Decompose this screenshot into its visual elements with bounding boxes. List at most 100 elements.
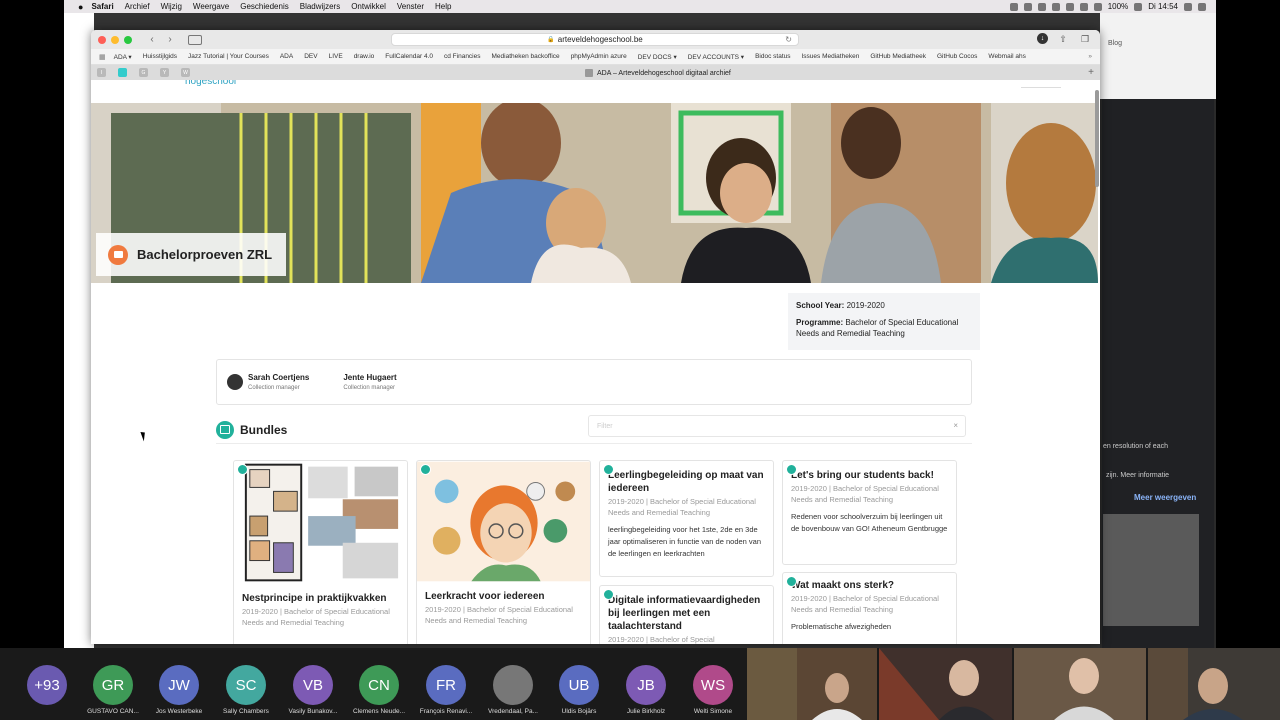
bookmark-item[interactable]: Bidoc status: [755, 53, 790, 60]
pinned-tab[interactable]: I: [97, 68, 106, 77]
location-icon[interactable]: [1009, 2, 1018, 11]
participant-tile[interactable]: CN Clemens Neude...: [353, 665, 405, 715]
participant-avatar: SC: [226, 665, 266, 705]
pinned-tab[interactable]: [118, 68, 127, 77]
dropbox-icon[interactable]: [1037, 2, 1046, 11]
participant-tile[interactable]: WS Welti Simone: [693, 665, 733, 715]
card-title: Let's bring our students back!: [791, 470, 934, 481]
card-title: Nestprincipe in praktijkvakken: [242, 593, 387, 604]
card-title: Wat maakt ons sterk?: [791, 580, 894, 591]
apple-icon[interactable]: ●: [78, 2, 83, 12]
address-bar[interactable]: 🔒 arteveldehogeschool.be ↻: [391, 33, 799, 46]
bundle-type-icon: [603, 589, 614, 600]
close-window-button[interactable]: [98, 35, 106, 44]
bundle-card[interactable]: Let's bring our students back! 2019-2020…: [782, 460, 957, 565]
menu-geschiedenis[interactable]: Geschiedenis: [240, 2, 288, 11]
minimize-window-button[interactable]: [111, 35, 119, 44]
bookmark-item[interactable]: LIVE: [329, 53, 343, 60]
participant-tile[interactable]: VB Vasily Bunakov...: [289, 665, 337, 715]
wifi-icon[interactable]: [1093, 2, 1102, 11]
bundle-card[interactable]: Digitale informatievaardigheden bij leer…: [599, 585, 774, 644]
bookmark-item[interactable]: Jazz Tutorial | Your Courses: [188, 53, 269, 60]
pinned-tab[interactable]: Y: [160, 68, 169, 77]
bookmark-item[interactable]: DEV DOCS ▾: [638, 53, 677, 61]
clock[interactable]: Di 14:54: [1148, 2, 1178, 11]
bookmark-item[interactable]: phpMyAdmin azure: [571, 53, 627, 60]
bookmark-item[interactable]: ADA: [280, 53, 293, 60]
participant-name: Vasily Bunakov...: [288, 708, 338, 715]
bookmark-item[interactable]: GitHub Cocos: [937, 53, 977, 60]
participant-tile[interactable]: SC Sally Chambers: [223, 665, 269, 715]
card-thumbnail: [234, 461, 407, 584]
volume-icon[interactable]: [1079, 2, 1088, 11]
bookmark-item[interactable]: Huisstijlgids: [143, 53, 177, 60]
bookmark-item[interactable]: ADA ▾: [114, 53, 132, 61]
menu-bladwijzers[interactable]: Bladwijzers: [300, 2, 340, 11]
active-tab[interactable]: ADA – Arteveldehogeschool digitaal archi…: [585, 68, 731, 77]
grid-icon[interactable]: ▦: [99, 53, 106, 61]
pinned-tab[interactable]: G: [139, 68, 148, 77]
bookmarks-more-icon[interactable]: »: [1088, 53, 1092, 60]
share-icon[interactable]: ⇧: [1056, 33, 1070, 45]
bundle-card[interactable]: Nestprincipe in praktijkvakken 2019-2020…: [233, 460, 408, 644]
menu-venster[interactable]: Venster: [397, 2, 424, 11]
participant-tile[interactable]: FR François Renavi...: [420, 665, 472, 715]
background-more-link[interactable]: Meer weergeven: [1134, 493, 1196, 502]
sidebar-toggle-icon[interactable]: [188, 34, 202, 45]
search-icon[interactable]: [1184, 2, 1192, 11]
filter-input[interactable]: Filter ×: [588, 415, 966, 437]
download-icon[interactable]: ↓: [1037, 33, 1048, 44]
video-tile[interactable]: [879, 648, 1012, 720]
header-control[interactable]: [1021, 82, 1061, 88]
bundle-type-icon: [237, 464, 248, 475]
bundle-card[interactable]: Leerlingbegeleiding op maat van iedereen…: [599, 460, 774, 577]
clear-filter-icon[interactable]: ×: [953, 421, 958, 430]
menu-ontwikkel[interactable]: Ontwikkel: [351, 2, 386, 11]
bundle-card[interactable]: Leerkracht voor iedereen 2019-2020 | Bac…: [416, 460, 591, 644]
site-logo[interactable]: hogeschool: [185, 80, 236, 87]
bluetooth-icon[interactable]: [1065, 2, 1074, 11]
battery-percent[interactable]: 100%: [1108, 2, 1128, 11]
bookmark-item[interactable]: DEV ACCOUNTS ▾: [688, 53, 744, 61]
video-tile[interactable]: [1148, 648, 1280, 720]
menu-archief[interactable]: Archief: [125, 2, 150, 11]
new-tab-icon[interactable]: +: [1088, 67, 1094, 78]
participant-tile[interactable]: GR GUSTAVO CAN...: [87, 665, 139, 715]
card-title: Leerkracht voor iedereen: [425, 591, 545, 602]
menu-safari[interactable]: Safari: [91, 2, 113, 11]
video-tile[interactable]: [1014, 648, 1146, 720]
bookmark-item[interactable]: draw.io: [354, 53, 375, 60]
battery-icon[interactable]: [1134, 2, 1143, 11]
display-icon[interactable]: [1051, 2, 1060, 11]
control-center-icon[interactable]: [1198, 2, 1206, 11]
participant-tile[interactable]: JW Jos Westerbeke: [156, 665, 202, 715]
bookmark-item[interactable]: Webmail ahs: [988, 53, 1025, 60]
menu-weergave[interactable]: Weergave: [193, 2, 229, 11]
pinned-tab[interactable]: W: [181, 68, 190, 77]
menu-wijzig[interactable]: Wijzig: [161, 2, 182, 11]
bookmark-item[interactable]: FullCalendar 4.0: [385, 53, 433, 60]
participant-tile[interactable]: JB Julie Birkholz: [626, 665, 666, 715]
video-tile[interactable]: [747, 648, 877, 720]
page-scrollbar[interactable]: [1095, 90, 1099, 187]
fullscreen-window-button[interactable]: [124, 35, 132, 44]
manager-item[interactable]: Sarah Coertjens Collection manager: [227, 373, 309, 391]
back-button[interactable]: ‹: [146, 34, 158, 46]
more-participants-button[interactable]: +93: [27, 665, 67, 705]
bookmark-item[interactable]: cd Financies: [444, 53, 481, 60]
participant-avatar: JB: [626, 665, 666, 705]
bookmark-item[interactable]: Mediatheken backoffice: [492, 53, 560, 60]
participant-tile[interactable]: Vredendaal, Pa...: [488, 665, 538, 715]
cloud-icon[interactable]: [1023, 2, 1032, 11]
tabs-overview-icon[interactable]: ❐: [1078, 33, 1092, 45]
bookmark-item[interactable]: GitHub Mediatheek: [870, 53, 926, 60]
participant-tile[interactable]: UB Uldis Bojārs: [559, 665, 599, 715]
bundle-card[interactable]: Wat maakt ons sterk? 2019-2020 | Bachelo…: [782, 572, 957, 644]
forward-button[interactable]: ›: [164, 34, 176, 46]
bookmark-item[interactable]: Issues Mediatheken: [802, 53, 860, 60]
bookmark-item[interactable]: DEV: [304, 53, 317, 60]
manager-item[interactable]: Jente Hugaert Collection manager: [343, 373, 396, 391]
menu-help[interactable]: Help: [435, 2, 451, 11]
participant-name: Jos Westerbeke: [155, 708, 203, 715]
reload-icon[interactable]: ↻: [785, 35, 792, 44]
